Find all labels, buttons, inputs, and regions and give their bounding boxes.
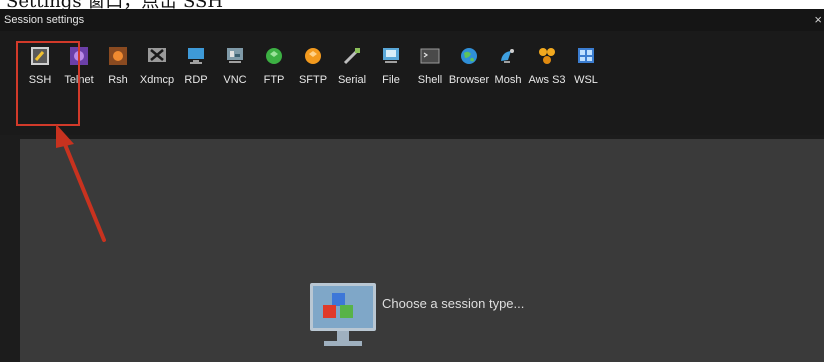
session-type-toolbar: SSH Telnet Rsh Xdmcp RDP VNC FTP SFTP Se… — [0, 31, 824, 135]
aws-s3-icon — [539, 48, 555, 64]
serial-plug-icon — [343, 48, 360, 65]
session-settings-window: Session settings × SSH Telnet Rsh Xdmcp … — [0, 9, 824, 362]
title-bar: Session settings × — [0, 9, 824, 31]
browser-globe-icon — [461, 48, 477, 64]
session-content-area: Choose a session type... — [20, 139, 824, 362]
session-type-monitor-icon — [310, 283, 376, 346]
shell-terminal-icon — [420, 48, 440, 64]
page-heading-text: Settings 窗口，点击 SSH — [6, 0, 223, 9]
ssh-highlight-box — [16, 41, 80, 126]
page-heading-fragment: Settings 窗口，点击 SSH — [0, 0, 824, 9]
rsh-icon — [109, 47, 127, 65]
rdp-monitor-icon — [188, 48, 204, 64]
choose-session-prompt: Choose a session type... — [382, 296, 525, 311]
session-type-wsl[interactable]: WSL — [564, 46, 608, 102]
session-type-label: WSL — [574, 74, 598, 86]
xdmcp-icon — [148, 48, 166, 62]
file-icon — [383, 48, 399, 63]
sftp-globe-icon — [305, 48, 321, 64]
window-title: Session settings — [4, 14, 85, 26]
mosh-satellite-icon — [501, 49, 514, 63]
vnc-icon — [227, 48, 243, 63]
ftp-globe-icon — [266, 48, 282, 64]
close-button[interactable]: × — [814, 12, 822, 27]
wsl-window-icon — [578, 48, 594, 63]
